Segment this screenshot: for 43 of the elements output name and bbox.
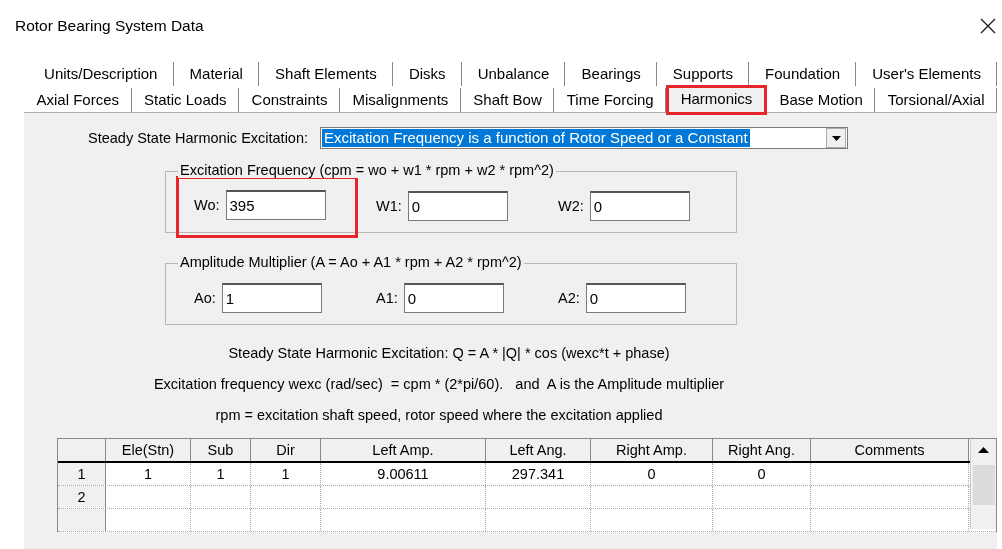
column-header: Dir	[251, 439, 321, 461]
row-header: 2	[58, 486, 106, 508]
window-title: Rotor Bearing System Data	[15, 17, 204, 35]
column-header: Sub	[191, 439, 251, 461]
table-cell: 0	[713, 463, 811, 485]
note-text: Steady State Harmonic Excitation: Q = A * |Q| * cos (wexc*t + phase)	[228, 344, 670, 363]
note-text: rpm = excitation shaft speed, rotor speed where the excitation applied	[215, 406, 663, 425]
group-title: Excitation Frequency (cpm = wo + w1 * rpm + w2 * rpm^2)	[178, 162, 556, 178]
field-label: Ao:	[194, 290, 216, 306]
field-label: W1:	[376, 198, 402, 214]
input-field[interactable]: 1	[221, 283, 322, 313]
dropdown-arrow-icon	[831, 135, 841, 141]
note-text: Excitation frequency wexc (rad/sec) = cpm * (2*pi/60). and A is the Amplitude multiplier	[153, 375, 725, 394]
table-cell: 1	[106, 463, 191, 485]
close-icon[interactable]	[980, 18, 996, 34]
column-header: Right Ang.	[713, 439, 811, 461]
scroll-thumb[interactable]	[972, 465, 995, 505]
table-cell: 0	[591, 463, 713, 485]
input-field[interactable]: 0	[589, 191, 690, 221]
scrollbar[interactable]	[970, 439, 996, 529]
field-label: Steady State Harmonic Excitation:	[88, 130, 309, 146]
column-header: Right Amp.	[591, 439, 713, 461]
table-cell: 1	[191, 463, 251, 485]
column-header: Left Ang.	[486, 439, 591, 461]
scroll-up-icon[interactable]	[978, 447, 989, 453]
table-cell: 1	[251, 463, 321, 485]
tab[interactable]: Harmonics	[666, 85, 767, 115]
excitation-dropdown[interactable]: Excitation Frequency is a function of Rotor Speed or a Constant	[320, 127, 849, 149]
group-title: Amplitude Multiplier (A = Ao + A1 * rpm + A2 * rpm^2)	[178, 254, 524, 270]
field-label: A1:	[376, 290, 398, 306]
table-cell: 9.00611	[321, 463, 486, 485]
input-field[interactable]: 0	[585, 283, 686, 313]
field-label: W2:	[558, 198, 584, 214]
field-label: A2:	[558, 290, 580, 306]
input-field[interactable]: 395	[225, 190, 326, 220]
column-header: Comments	[811, 439, 969, 461]
column-header: Ele(Stn)	[106, 439, 191, 461]
column-header: Left Amp.	[321, 439, 486, 461]
table-cell: 297.341	[486, 463, 591, 485]
input-field[interactable]: 0	[407, 191, 508, 221]
field-label: Wo:	[194, 197, 220, 213]
input-field[interactable]: 0	[403, 283, 504, 313]
row-header: 1	[58, 463, 106, 485]
